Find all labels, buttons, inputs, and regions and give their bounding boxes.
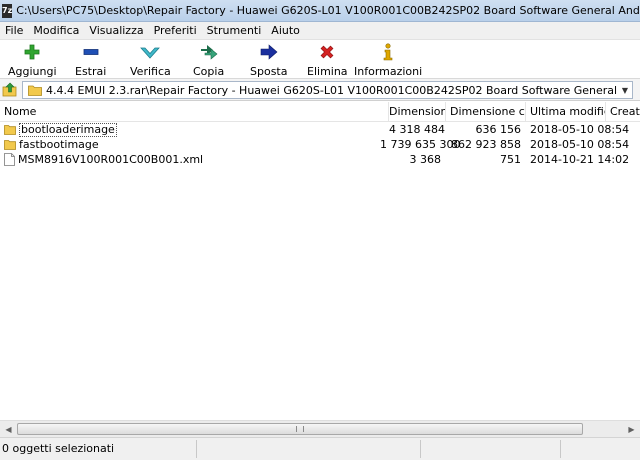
check-icon (140, 43, 161, 61)
file-name-cell: MSM8916V100R001C00B001.xml (4, 152, 203, 167)
app-icon: 7z (2, 3, 13, 18)
up-folder-button[interactable] (2, 82, 18, 98)
file-list-header: Nome Dimensione Dimensione co... Ultima … (0, 102, 640, 122)
chevron-down-icon[interactable]: ▼ (618, 82, 632, 98)
delete-button[interactable]: Elimina (307, 43, 348, 78)
menu-bar: File Modifica Visualizza Preferiti Strum… (0, 22, 640, 40)
extract-label: Estrai (75, 65, 107, 78)
minus-icon (81, 43, 101, 61)
extract-button[interactable]: Estrai (75, 43, 106, 78)
table-row[interactable]: bootloaderimage 4 318 484 636 156 2018-0… (0, 122, 640, 137)
double-arrow-icon (199, 43, 219, 61)
test-button[interactable]: Verifica (130, 43, 171, 78)
file-name-cell: bootloaderimage (4, 122, 117, 137)
file-icon (4, 153, 15, 166)
file-name: MSM8916V100R001C00B001.xml (18, 153, 204, 166)
file-modified: 2018-05-10 08:54 (530, 123, 630, 136)
folder-icon (4, 140, 16, 150)
move-button[interactable]: Sposta (250, 43, 287, 78)
folder-icon (4, 125, 16, 135)
grip-icon (296, 426, 304, 432)
x-icon (317, 43, 337, 61)
file-name: fastbootimage (19, 138, 99, 151)
address-bar: 4.4.4 EMUI 2.3.rar\Repair Factory - Huaw… (0, 79, 640, 101)
move-label: Sposta (250, 65, 288, 78)
menu-strumenti[interactable]: Strumenti (202, 24, 267, 37)
status-selected-count: 0 oggetti selezionati (2, 442, 115, 455)
title-bar: 7z C:\Users\PC75\Desktop\Repair Factory … (0, 0, 640, 22)
file-packed-size: 636 156 (475, 123, 522, 136)
table-row[interactable]: fastbootimage 1 739 635 300 862 923 858 … (0, 137, 640, 152)
file-modified: 2018-05-10 08:54 (530, 138, 630, 151)
file-packed-size: 751 (500, 153, 521, 166)
column-header-packed-size[interactable]: Dimensione co... (446, 102, 526, 122)
menu-modifica[interactable]: Modifica (28, 24, 84, 37)
file-name-cell: fastbootimage (4, 137, 99, 152)
address-path-text: 4.4.4 EMUI 2.3.rar\Repair Factory - Huaw… (46, 83, 618, 97)
status-divider (560, 440, 561, 458)
toolbar: Aggiungi Estrai Verifica Copia Sposta El… (0, 40, 640, 79)
table-row[interactable]: MSM8916V100R001C00B001.xml 3 368 751 201… (0, 152, 640, 167)
status-divider (420, 440, 421, 458)
column-header-name[interactable]: Nome (0, 102, 389, 122)
menu-aiuto[interactable]: Aiuto (266, 24, 305, 37)
scroll-left-icon[interactable]: ◀ (0, 421, 17, 438)
window-title: C:\Users\PC75\Desktop\Repair Factory - H… (16, 4, 640, 17)
column-header-created[interactable]: Creato (606, 102, 640, 122)
menu-preferiti[interactable]: Preferiti (149, 24, 202, 37)
file-size: 3 368 (409, 153, 442, 166)
plus-icon (22, 43, 42, 61)
file-name: bootloaderimage (19, 122, 117, 137)
test-label: Verifica (130, 65, 171, 78)
copy-label: Copia (193, 65, 225, 78)
status-bar: 0 oggetti selezionati (0, 437, 640, 460)
status-divider (196, 440, 197, 458)
file-modified: 2014-10-21 14:02 (530, 153, 630, 166)
copy-button[interactable]: Copia (193, 43, 224, 78)
menu-visualizza[interactable]: Visualizza (84, 24, 148, 37)
scrollbar-thumb[interactable] (17, 423, 583, 435)
file-packed-size: 862 923 858 (451, 138, 521, 151)
scroll-right-icon[interactable]: ▶ (623, 421, 640, 438)
column-header-size[interactable]: Dimensione (389, 102, 446, 122)
info-button[interactable]: Informazioni (354, 43, 422, 78)
info-icon (378, 43, 398, 61)
file-size: 4 318 484 (389, 123, 445, 136)
info-label: Informazioni (354, 65, 423, 78)
menu-file[interactable]: File (0, 24, 28, 37)
delete-label: Elimina (307, 65, 348, 78)
folder-icon (28, 85, 42, 96)
file-list: bootloaderimage 4 318 484 636 156 2018-0… (0, 122, 640, 420)
add-button[interactable]: Aggiungi (8, 43, 57, 78)
address-path-field[interactable]: 4.4.4 EMUI 2.3.rar\Repair Factory - Huaw… (22, 81, 633, 99)
column-header-modified[interactable]: Ultima modifica (526, 102, 606, 122)
add-label: Aggiungi (8, 65, 57, 78)
arrow-right-icon (259, 43, 279, 61)
file-size: 1 739 635 300 (380, 138, 461, 151)
folder-up-icon (2, 82, 17, 97)
horizontal-scrollbar[interactable]: ◀ ▶ (0, 420, 640, 437)
